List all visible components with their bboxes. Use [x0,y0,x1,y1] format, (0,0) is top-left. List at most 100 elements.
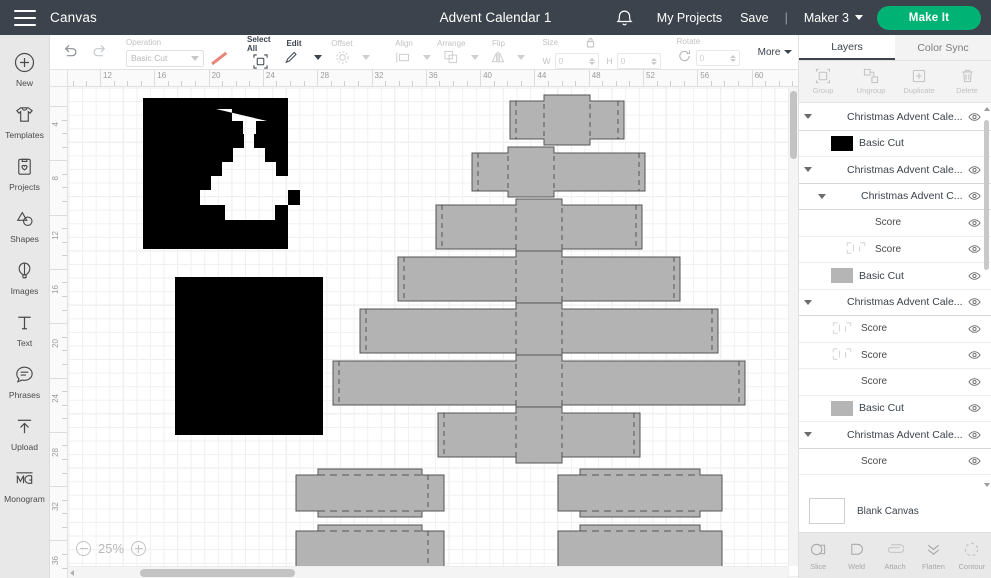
height-input[interactable]: 0 [616,53,661,69]
align-dropdown[interactable] [421,35,433,70]
slice-button[interactable]: Slice [799,533,837,578]
eye-icon[interactable] [965,271,983,281]
flip-button[interactable]: Flip [481,35,515,70]
canvas-vertical-scrollbar[interactable] [788,87,798,566]
layer-row[interactable]: Score [799,369,991,396]
sidebar-item-phrases[interactable]: Phrases [0,355,49,407]
sidebar-item-projects[interactable]: Projects [0,147,49,199]
lock-icon[interactable] [586,35,595,53]
layer-row[interactable]: Score [799,210,991,237]
select-all-button[interactable]: Select All [243,35,277,70]
eye-icon[interactable] [965,191,983,201]
eye-icon[interactable] [965,350,983,360]
offset-dropdown[interactable] [359,35,373,70]
layer-row[interactable]: Score [799,316,991,343]
layer-group-row[interactable]: Christmas Advent Cale... [799,104,991,131]
chevron-down-icon[interactable] [799,299,817,305]
zoom-in-button[interactable] [131,541,147,556]
rotate-icon[interactable] [677,49,692,68]
eye-icon[interactable] [965,377,983,387]
blank-canvas-row[interactable]: Blank Canvas [799,490,991,532]
chevron-down-icon[interactable] [799,114,817,120]
my-projects-link[interactable]: My Projects [648,11,731,25]
sidebar-item-images[interactable]: Images [0,251,49,303]
eye-icon[interactable] [965,403,983,413]
hamburger-menu-icon[interactable] [14,9,36,26]
layer-color-swatch[interactable] [831,135,853,151]
eye-icon[interactable] [965,297,983,307]
arrange-button[interactable]: Arrange [433,35,469,70]
eye-icon[interactable] [965,244,983,254]
flatten-button[interactable]: Flatten [914,533,952,578]
sidebar-item-upload[interactable]: Upload [0,407,49,459]
layer-group-row[interactable]: Christmas Advent Cale... [799,422,991,449]
layer-group-row[interactable]: Christmas Advent C... [799,184,991,210]
layer-row[interactable]: Basic Cut [799,396,991,422]
eye-icon[interactable] [965,112,983,122]
tab-color-sync[interactable]: Color Sync [895,35,991,60]
layer-row[interactable]: Score [799,237,991,263]
arrange-dropdown[interactable] [469,35,481,70]
contour-button[interactable]: Contour [953,533,991,578]
sidebar-item-shapes[interactable]: Shapes [0,199,49,251]
redo-arrow-icon[interactable] [92,43,108,62]
notification-bell-icon[interactable] [612,5,638,31]
canvas-horizontal-scrollbar[interactable] [68,566,788,578]
vertical-scrollbar-thumb[interactable] [790,91,797,159]
chevron-down-icon[interactable] [813,193,831,199]
flip-dropdown[interactable] [515,35,527,70]
chevron-down-icon[interactable] [799,432,817,438]
width-input[interactable]: 0 [554,53,599,69]
eye-icon[interactable] [965,456,983,466]
save-button[interactable]: Save [731,11,778,25]
machine-selector[interactable]: Maker 3 [795,11,867,25]
offset-button[interactable]: Offset [325,35,359,70]
scroll-down-arrow-icon[interactable] [983,481,991,489]
eye-icon[interactable] [965,218,983,228]
ungroup-button[interactable]: Ungroup [847,61,895,102]
sidebar-item-text[interactable]: Text [0,303,49,355]
zoom-out-button[interactable] [76,541,91,556]
layer-color-swatch[interactable] [831,400,853,416]
canvas-area[interactable]: 12 16 20 24 28 32 36 40 44 48 52 56 60 4 8 12 16 20 24 28 3… [50,70,798,578]
layers-scrollbar[interactable] [983,104,991,490]
eye-icon[interactable] [965,430,983,440]
sidebar-item-monogram[interactable]: Monogram [0,459,49,511]
sidebar-item-templates[interactable]: Templates [0,95,49,147]
undo-arrow-icon[interactable] [62,43,78,62]
layer-row[interactable]: Basic Cut [799,263,991,290]
eye-icon[interactable] [965,324,983,334]
layer-group-row[interactable]: Christmas Advent Cale... [799,157,991,184]
layer-row[interactable]: Score [799,449,991,475]
weld-button[interactable]: Weld [837,533,875,578]
layer-row[interactable]: Score [799,343,991,369]
chevron-down-icon[interactable] [799,167,817,173]
attach-button[interactable]: Attach [876,533,914,578]
layers-scrollbar-thumb[interactable] [984,120,989,270]
rotate-input[interactable]: 0 [695,50,740,66]
layer-row[interactable]: Basic Cut [799,131,991,157]
more-button[interactable]: More [748,47,803,58]
blank-canvas-swatch[interactable] [809,498,845,524]
align-button[interactable]: Align [387,35,421,70]
scroll-up-arrow-icon[interactable] [983,105,991,113]
group-button[interactable]: Group [799,61,847,102]
edit-dropdown[interactable] [311,35,325,70]
width-stepper[interactable] [588,57,595,65]
scroll-left-arrow-icon[interactable] [70,570,74,576]
delete-button[interactable]: Delete [943,61,991,102]
sidebar-item-new[interactable]: New [0,43,49,95]
layer-group-row[interactable]: Christmas Advent Cale... [799,290,991,316]
operation-color-swatch[interactable] [211,51,227,65]
height-stepper[interactable] [650,57,657,65]
layers-list[interactable]: Christmas Advent Cale... Basic Cut Christm… [799,104,991,490]
duplicate-button[interactable]: Duplicate [895,61,943,102]
operation-select[interactable]: Basic Cut [126,49,204,67]
horizontal-scrollbar-thumb[interactable] [140,569,295,577]
eye-icon[interactable] [965,165,983,175]
edit-button[interactable]: Edit [277,35,311,70]
rotate-stepper[interactable] [729,54,736,62]
canvas-mat[interactable] [68,87,798,578]
layer-color-swatch[interactable] [831,268,853,284]
make-it-button[interactable]: Make It [877,5,981,30]
